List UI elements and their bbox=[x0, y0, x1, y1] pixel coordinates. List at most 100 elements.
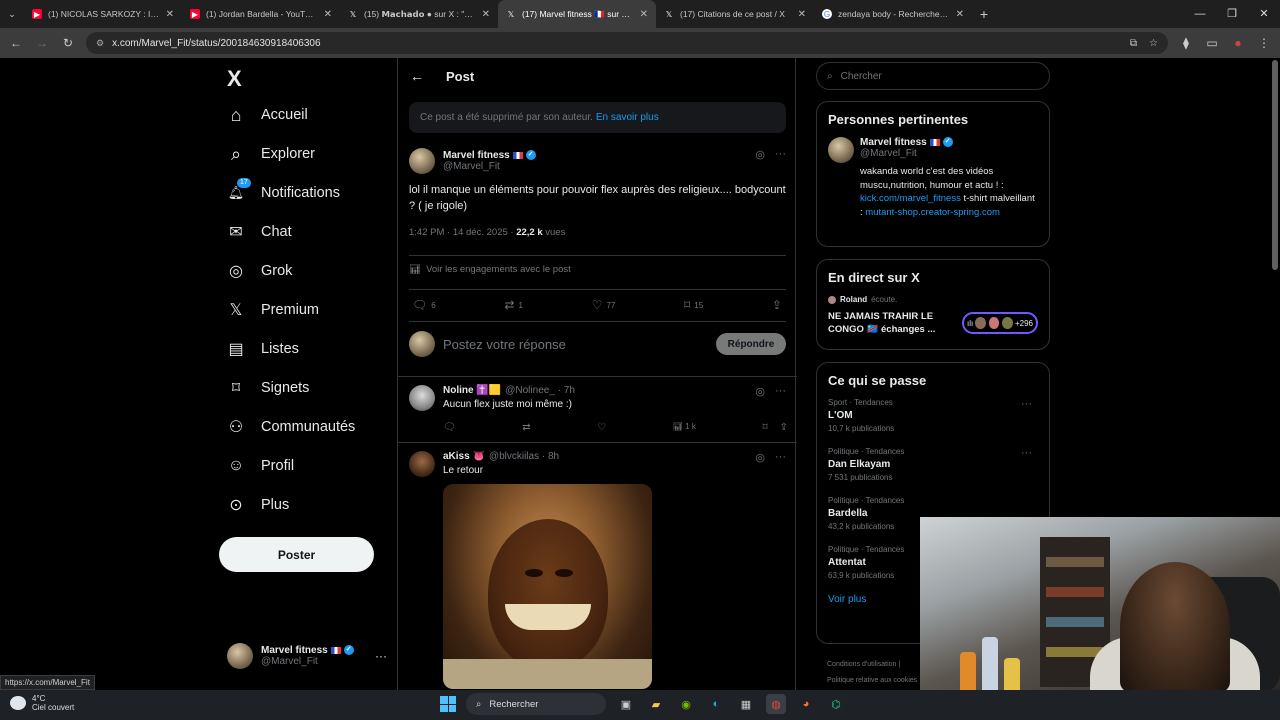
forward-icon[interactable]: → bbox=[34, 36, 50, 50]
share-button[interactable]: ⇪ bbox=[772, 298, 782, 312]
extensions-icon[interactable]: ⧫ bbox=[1178, 36, 1194, 50]
nav-item-bookmarks[interactable]: ⌑ Signets bbox=[227, 379, 309, 397]
more-dots-icon[interactable]: ··· bbox=[775, 385, 786, 398]
comment-author[interactable]: Noline ✝️🟨 bbox=[443, 385, 501, 396]
more-dots-icon[interactable]: ··· bbox=[775, 148, 786, 161]
bio-link-kick[interactable]: kick.com/marvel_fitness bbox=[860, 193, 961, 204]
more-dots-icon[interactable]: ··· bbox=[775, 451, 786, 464]
comment[interactable]: aKiss 👅 @blvckiilas · 8h Le retour ◎ ··· bbox=[409, 451, 786, 689]
heart-icon[interactable]: ♡ bbox=[597, 422, 606, 433]
avatar[interactable] bbox=[828, 137, 854, 163]
reply-button[interactable]: 🗨︎ 6 bbox=[412, 298, 436, 312]
close-tab-icon[interactable]: ✕ bbox=[324, 9, 332, 20]
weather-widget[interactable]: 4°C Ciel couvert bbox=[10, 694, 74, 712]
sidebar-toggle-icon[interactable]: ▭ bbox=[1204, 36, 1220, 50]
like-button[interactable]: ♡ 77 bbox=[592, 298, 616, 312]
nav-item-notifications[interactable]: 🔔︎ 17 Notifications bbox=[227, 178, 340, 202]
browser-tab[interactable]: Gzendaya body - Recherche Goo ✕ bbox=[814, 0, 972, 28]
person-handle[interactable]: @Marvel_Fit bbox=[860, 148, 1038, 159]
nav-item-explore[interactable]: ⌕ Explorer bbox=[227, 144, 315, 164]
browser-tab[interactable]: ▶ (1) Jordan Bardella - YouTube ✕ bbox=[182, 0, 340, 28]
new-tab-button[interactable]: + bbox=[972, 6, 996, 22]
person-card[interactable]: Marvel fitness ✓ @Marvel_Fit wakanda worl… bbox=[828, 137, 1038, 219]
views-button[interactable]: 📊︎ 1 k bbox=[673, 422, 696, 433]
avatar[interactable] bbox=[409, 451, 435, 477]
nav-item-chat[interactable]: ✉ Chat bbox=[227, 223, 291, 241]
minimize-icon[interactable]: — bbox=[1184, 0, 1216, 28]
comment[interactable]: Noline ✝️🟨 @Nolinee_ · 7h Aucun flex just… bbox=[409, 385, 788, 433]
reload-icon[interactable]: ↻ bbox=[60, 36, 76, 50]
browser-tab[interactable]: 𝕏 (15) 𝗠𝗮𝗰𝗵𝗮𝗱𝗼 ● sur X : "https: ✕ bbox=[340, 0, 498, 28]
footer-cookies-link[interactable]: Politique relative aux cookies bbox=[827, 677, 917, 684]
url-field[interactable]: ⚙ x.com/Marvel_Fit/status/20018463091840… bbox=[86, 32, 1168, 54]
learn-more-link[interactable]: En savoir plus bbox=[596, 112, 659, 123]
avatar[interactable] bbox=[409, 385, 435, 411]
nvidia-icon[interactable]: ◉ bbox=[676, 694, 696, 714]
close-tab-icon[interactable]: ✕ bbox=[956, 9, 964, 20]
star-icon[interactable]: ☆ bbox=[1149, 38, 1158, 49]
comment-handle[interactable]: @blvckiilas · 8h bbox=[489, 451, 559, 462]
browser-menu-icon[interactable]: ⋮ bbox=[1256, 36, 1272, 50]
close-tab-icon[interactable]: ✕ bbox=[482, 9, 490, 20]
tab-search-icon[interactable]: ⌄ bbox=[0, 9, 24, 20]
share-icon[interactable]: ⇪ bbox=[780, 422, 788, 433]
trend-item[interactable]: Politique · Tendances Dan Elkayam 7 531 pu… bbox=[828, 447, 1038, 482]
view-engagements-link[interactable]: 📊︎ Voir les engagements avec le post bbox=[409, 264, 571, 275]
grok-icon[interactable]: ◎ bbox=[755, 451, 765, 464]
site-info-icon[interactable]: ⚙ bbox=[96, 38, 104, 49]
more-dots-icon[interactable]: ··· bbox=[1021, 398, 1032, 410]
more-dots-icon[interactable]: ··· bbox=[375, 649, 387, 663]
reply-submit-button[interactable]: Répondre bbox=[716, 333, 786, 355]
repost-icon[interactable]: ⇄ bbox=[522, 422, 530, 433]
file-explorer-icon[interactable]: ▰ bbox=[646, 694, 666, 714]
comment-author[interactable]: aKiss 👅 bbox=[443, 451, 485, 462]
edge-icon[interactable]: ◐ bbox=[706, 694, 726, 714]
restore-icon[interactable]: ❐ bbox=[1216, 0, 1248, 28]
post-author-handle[interactable]: @Marvel_Fit bbox=[443, 161, 536, 172]
repost-button[interactable]: ⇄ 1 bbox=[504, 298, 523, 312]
more-dots-icon[interactable]: ··· bbox=[1021, 447, 1032, 459]
scrollbar-thumb[interactable] bbox=[1272, 60, 1278, 270]
browser-tab[interactable]: ▶ (1) NICOLAS SARKOZY : INTERV ✕ bbox=[24, 0, 182, 28]
install-app-icon[interactable]: ⧉ bbox=[1130, 38, 1137, 49]
store-icon[interactable]: ▦ bbox=[736, 694, 756, 714]
avatar[interactable] bbox=[409, 148, 435, 174]
close-window-icon[interactable]: ✕ bbox=[1248, 0, 1280, 28]
nav-item-home[interactable]: ⌂ Accueil bbox=[227, 105, 308, 125]
nav-item-communities[interactable]: ⚇ Communautés bbox=[227, 418, 355, 436]
bio-link-shop[interactable]: mutant-shop.creator-spring.com bbox=[865, 207, 1000, 218]
back-arrow-icon[interactable]: ← bbox=[410, 68, 424, 84]
close-tab-icon[interactable]: ✕ bbox=[166, 9, 174, 20]
browser-tab[interactable]: 𝕏 (17) Citations de ce post / X ✕ bbox=[656, 0, 814, 28]
nav-item-lists[interactable]: ▤ Listes bbox=[227, 340, 298, 358]
nav-item-more[interactable]: ⊙ Plus bbox=[227, 496, 289, 514]
grok-icon[interactable]: ◎ bbox=[755, 148, 765, 161]
bookmark-button[interactable]: ⌑ 15 bbox=[684, 298, 703, 312]
search-input[interactable]: ⌕ Chercher bbox=[816, 62, 1050, 90]
firefox-icon[interactable]: ◕ bbox=[796, 694, 816, 714]
trend-item[interactable]: Sport · Tendances L'OM 10,7 k publications… bbox=[828, 398, 1038, 433]
taskbar-search[interactable]: ⌕ Rechercher bbox=[466, 693, 606, 715]
footer-terms-link[interactable]: Conditions d'utilisation | bbox=[827, 661, 900, 668]
reply-icon[interactable]: 🗨︎ bbox=[443, 422, 456, 433]
grok-icon[interactable]: ◎ bbox=[755, 385, 765, 398]
chatgpt-icon[interactable]: ⌬ bbox=[826, 694, 846, 714]
post-author-name[interactable]: Marvel fitness bbox=[443, 150, 510, 161]
post-time[interactable]: 1:42 PM · 14 déc. 2025 · bbox=[409, 227, 516, 238]
nav-item-grok[interactable]: ◎ Grok bbox=[227, 262, 292, 280]
close-tab-icon[interactable]: ✕ bbox=[798, 9, 806, 20]
bookmark-icon[interactable]: ⌑ bbox=[762, 422, 767, 433]
profile-avatar-icon[interactable]: ● bbox=[1230, 36, 1246, 50]
close-tab-icon[interactable]: ✕ bbox=[640, 9, 648, 20]
windows-start-icon[interactable] bbox=[440, 696, 456, 712]
live-space[interactable]: NE JAMAIS TRAHIR LE CONGO 🇨🇩 échanges ..… bbox=[828, 310, 1038, 336]
task-view-icon[interactable]: ▣ bbox=[616, 694, 636, 714]
reply-input[interactable]: Postez votre réponse bbox=[443, 337, 708, 352]
person-name[interactable]: Marvel fitness bbox=[860, 137, 927, 148]
nav-item-profile[interactable]: ☺ Profil bbox=[227, 457, 294, 475]
x-logo[interactable]: X bbox=[227, 66, 242, 92]
nav-item-premium[interactable]: 𝕏 Premium bbox=[227, 301, 319, 319]
listeners-pill[interactable]: ılı +296 bbox=[962, 312, 1038, 334]
comment-handle[interactable]: @Nolinee_ · 7h bbox=[505, 385, 575, 396]
browser-tab-active[interactable]: 𝕏 (17) Marvel fitness 🇫🇷 sur X : "@ ✕ bbox=[498, 0, 656, 28]
